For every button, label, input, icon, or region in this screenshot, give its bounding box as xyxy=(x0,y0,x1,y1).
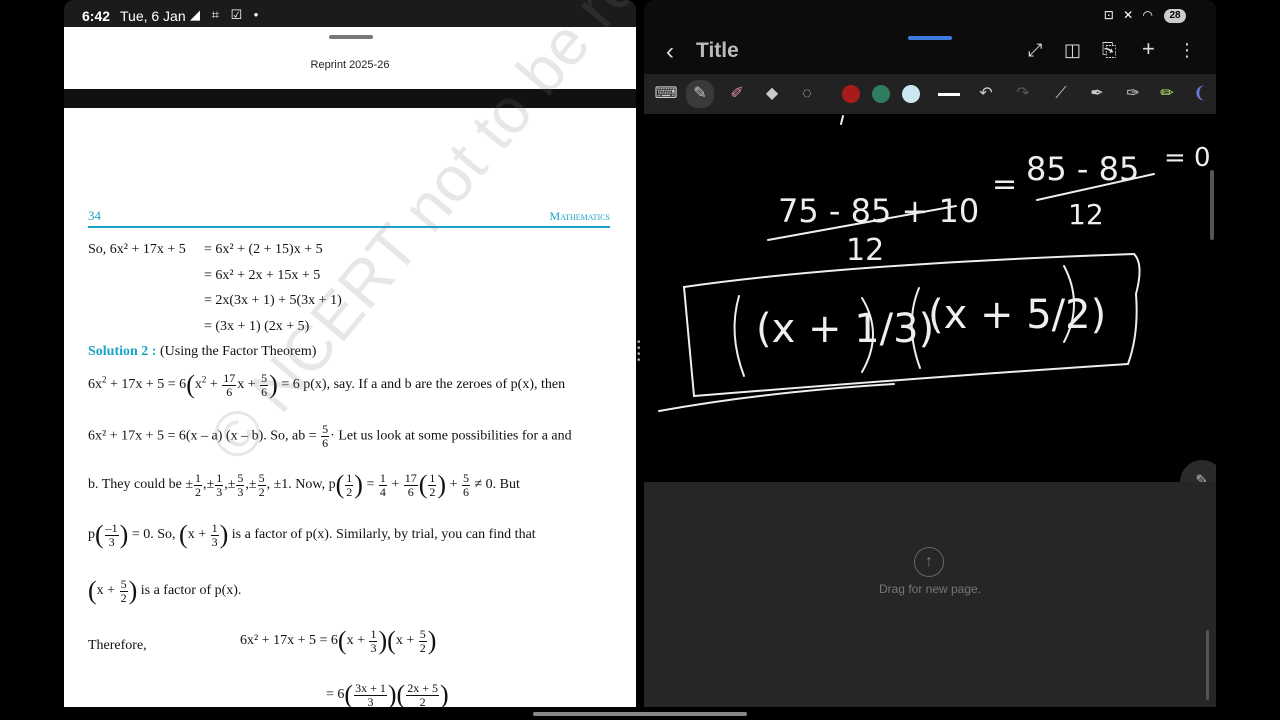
stray-stroke xyxy=(840,115,844,125)
eq-line-1-rhs: = 6x² + (2 + 15)x + 5 xyxy=(204,242,323,257)
hw-fraction1-numerator: 75 - 85 + 10 xyxy=(778,192,979,230)
highlighter-icon[interactable]: ✐ xyxy=(725,82,749,106)
drag-new-page-hint: Drag for new page. xyxy=(878,582,982,596)
drag-handle[interactable] xyxy=(329,35,373,39)
eq-line-10: (x + 5 2) is a factor of p(x). xyxy=(88,576,242,605)
page-scrollbar[interactable] xyxy=(1206,630,1209,700)
keyboard-icon[interactable]: ⌨ xyxy=(654,82,678,106)
book-view-icon[interactable]: ◫ xyxy=(1064,40,1081,61)
paren-1-open xyxy=(733,295,745,377)
eq-line-11-lhs: 6x² + 17x + 5 = 6 xyxy=(240,633,338,649)
more-tools-icon[interactable]: ❨ xyxy=(1188,82,1212,106)
active-tab-indicator xyxy=(908,36,952,40)
status-icons-right: ⊡ ✕ ◠ xyxy=(1103,8,1156,22)
pdf-viewer-pane[interactable]: 6:42 Tue, 6 Jan ◢ ⌗ ☑ • Reprint 2025-26 … xyxy=(64,0,636,707)
subject-header: Mathematics xyxy=(549,209,610,223)
eraser-icon[interactable]: ◆ xyxy=(760,82,784,106)
pen-settings-icon[interactable]: ✒ xyxy=(1085,82,1109,106)
page-number: 34 xyxy=(88,208,101,223)
hw-fraction2-denominator: 12 xyxy=(1068,198,1104,231)
eq-line-7: 6x² + 17x + 5 = 6(x – a) (x – b). So, ab… xyxy=(88,422,572,450)
stroke-width-icon[interactable] xyxy=(938,93,960,96)
canvas-scrollbar[interactable] xyxy=(1210,170,1214,240)
eq-line-10-text: is a factor of p(x). xyxy=(140,583,242,599)
arrow-up-icon: ↑ xyxy=(914,547,944,577)
color-swatch-red[interactable] xyxy=(842,85,860,103)
undo-icon[interactable]: ↶ xyxy=(974,82,998,106)
split-divider-handle[interactable]: • • • • xyxy=(637,338,641,366)
handwriting-layer: 75 - 85 + 10 12 = 85 - 85 12 = 0 (x + 1/… xyxy=(658,115,1211,412)
therefore-label: Therefore, xyxy=(88,638,147,653)
eq-line-8-c: ≠ 0. But xyxy=(474,477,520,493)
more-options-icon[interactable]: ⋮ xyxy=(1178,40,1196,61)
home-gesture-bar[interactable] xyxy=(533,712,747,716)
hw-fraction2-numerator: 85 - 85 xyxy=(1026,150,1139,188)
shape-tool-icon[interactable]: ⟋ xyxy=(1049,82,1073,106)
marker-icon[interactable]: ✏ xyxy=(1155,82,1179,106)
status-date: Tue, 6 Jan xyxy=(120,8,186,24)
eq-line-11: 6x² + 17x + 5 = 6(x + 1 3)(x + 5 2) xyxy=(240,626,437,655)
hw-result: = 0 xyxy=(1164,143,1211,173)
back-arrow-icon[interactable]: ‹ xyxy=(666,38,674,66)
status-icons: ◢ ⌗ ☑ • xyxy=(190,7,263,22)
expand-icon[interactable]: ⤢ xyxy=(1028,40,1042,61)
drawing-canvas[interactable]: 75 - 85 + 10 12 = 85 - 85 12 = 0 (x + 1/… xyxy=(644,114,1216,482)
eq-line-8-a: b. They could be xyxy=(88,477,182,493)
eq-line-2: = 6x² + 2x + 15x + 5 xyxy=(204,268,321,283)
eq-line-8-b: Now, xyxy=(295,477,326,493)
pdf-page[interactable]: 34 Mathematics So, 6x² + 17x + 5 = 6x² +… xyxy=(64,0,636,707)
fountain-pen-icon[interactable]: ✑ xyxy=(1121,82,1145,106)
eq-line-9-a: = 0. So, xyxy=(131,527,176,543)
page-settings-icon[interactable]: ⎘ xyxy=(1102,40,1116,61)
solution-label: Solution 2 : xyxy=(88,344,157,359)
add-icon[interactable]: + xyxy=(1142,36,1155,62)
eq-line-12: = 6(3x + 1 3)(2x + 5 2) xyxy=(326,680,449,707)
color-swatch-green[interactable] xyxy=(872,85,890,103)
battery-indicator: 28 xyxy=(1164,9,1186,23)
header-rule xyxy=(88,226,610,228)
color-swatch-lightblue[interactable] xyxy=(902,85,920,103)
status-time: 6:42 xyxy=(82,8,111,24)
note-title[interactable]: Title xyxy=(696,39,739,63)
hw-fraction1-denominator: 12 xyxy=(846,233,884,268)
eq-line-9-b: is a factor of p(x). Similarly, by trial… xyxy=(231,527,536,543)
eq-line-1-lhs: So, 6x² + 17x + 5 xyxy=(88,242,186,257)
eq-line-7-b: Let us look at some possibilities for a … xyxy=(338,428,572,444)
hw-factor-1: (x + 1/3) xyxy=(756,306,934,352)
eq-line-8: b. They could be ±1 2 ,± 1 3 ,± 5 3 ,± 5 2, ±1. No… xyxy=(88,470,520,499)
drawing-toolbar: ⌨ ✎ ✐ ◆ ◌ ↶ ↷ ⟋ ✒ ✑ ✏ ❨ xyxy=(644,74,1216,114)
hw-equals-sign: = xyxy=(992,167,1017,202)
lasso-icon[interactable]: ◌ xyxy=(795,82,819,106)
pen-tool-icon[interactable]: ✎ xyxy=(686,80,714,108)
redo-icon[interactable]: ↷ xyxy=(1011,82,1035,106)
notes-app-pane[interactable]: ⊡ ✕ ◠ 28 ‹ Title ⤢ ◫ ⎘ + ⋮ ⌨ ✎ ✐ ◆ ◌ ↶ ↷… xyxy=(644,0,1216,707)
hw-factor-2: (x + 5/2) xyxy=(928,292,1106,338)
eq-line-9: p(–1 3) = 0. So, (x + 1 3) is a factor of … xyxy=(88,520,536,549)
